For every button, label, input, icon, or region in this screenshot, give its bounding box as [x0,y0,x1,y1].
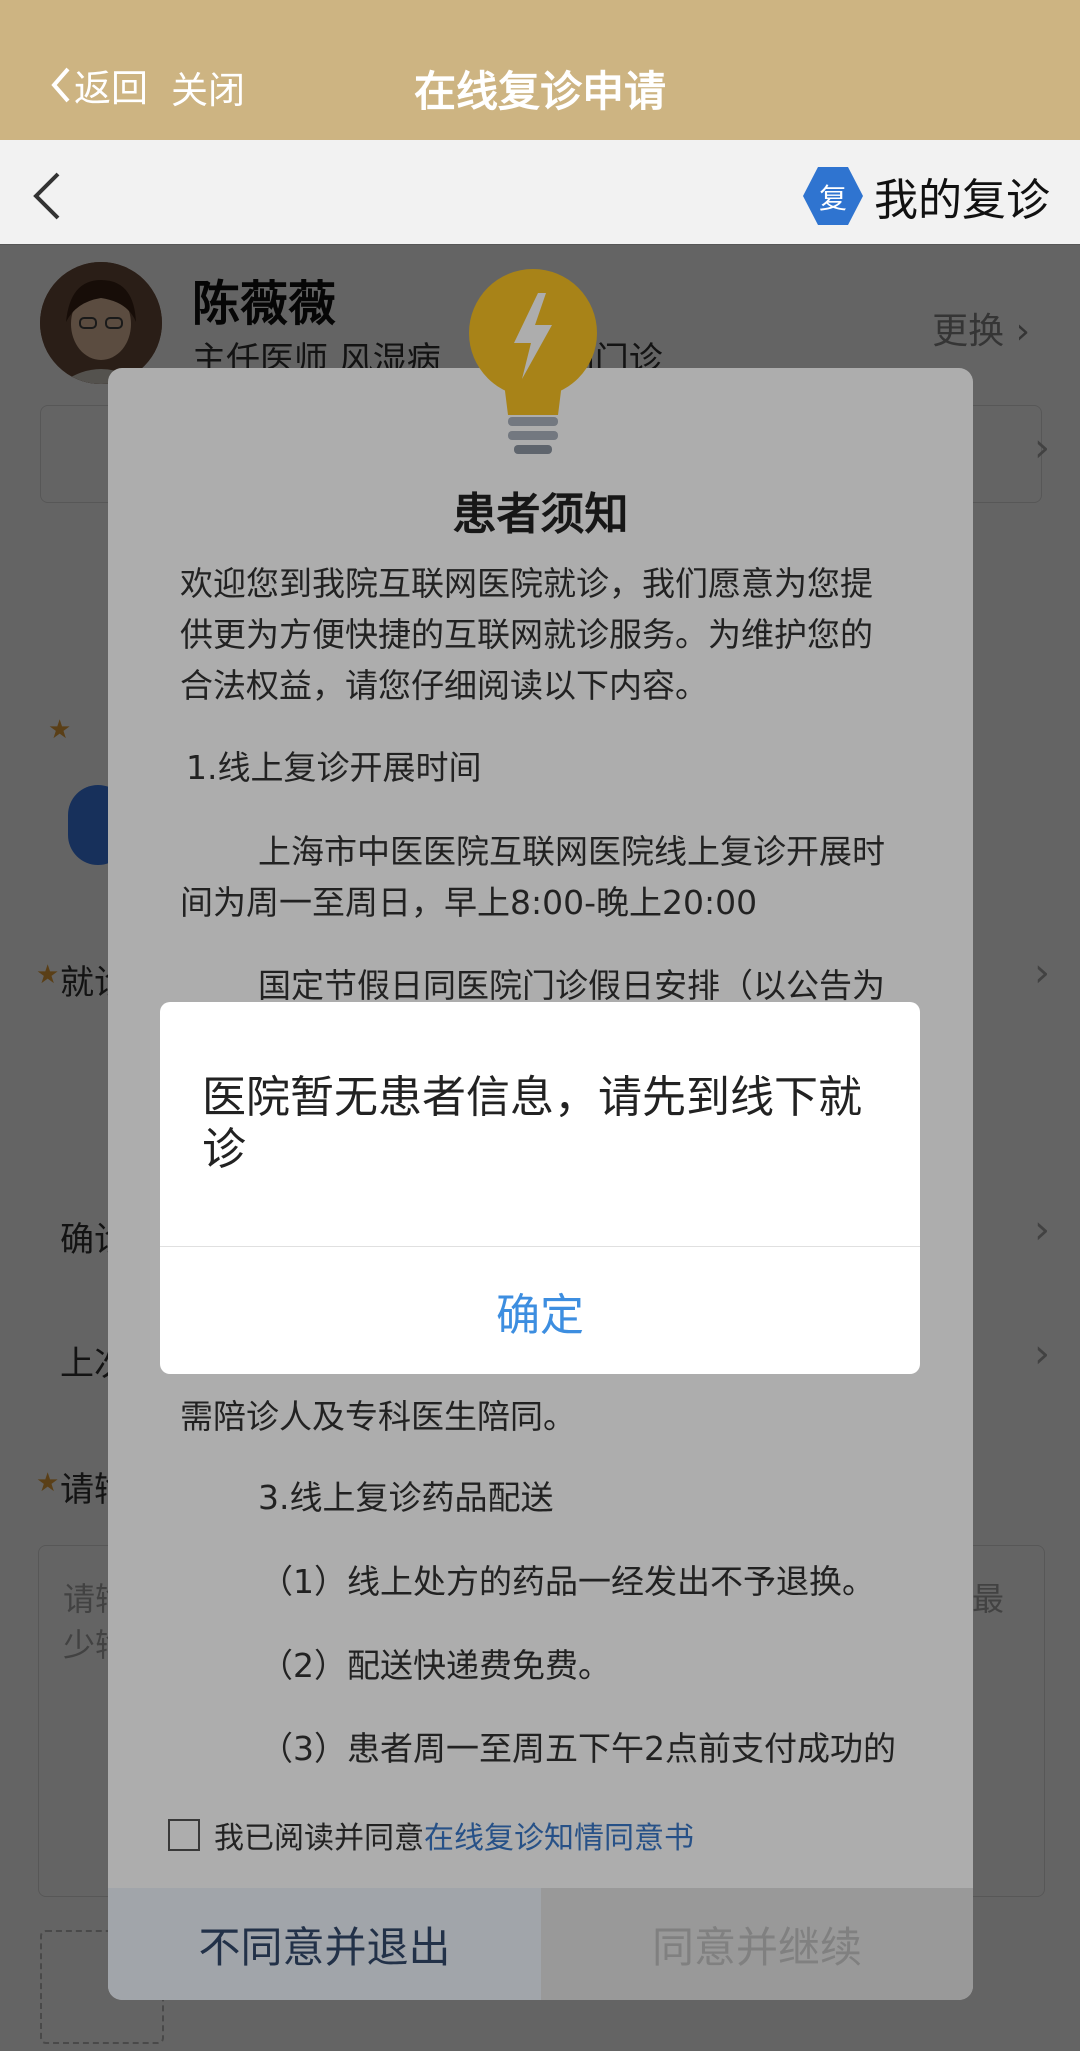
my-followup-link[interactable]: 复 我的复诊 [802,164,1050,228]
alert-message: 医院暂无患者信息，请先到线下就诊 [202,1072,862,1175]
chevron-left-icon [33,172,60,220]
alert-dialog: 医院暂无患者信息，请先到线下就诊 确定 [160,1002,920,1374]
nav-bar: 复 我的复诊 [0,140,1080,245]
nav-back-button[interactable] [30,170,64,226]
app-header: 返回 关闭 在线复诊申请 [0,0,1080,140]
followup-badge-icon: 复 [802,165,864,227]
page-title: 在线复诊申请 [413,67,666,116]
confirm-button[interactable]: 确定 [160,1247,920,1374]
my-followup-label: 我的复诊 [874,175,1050,226]
